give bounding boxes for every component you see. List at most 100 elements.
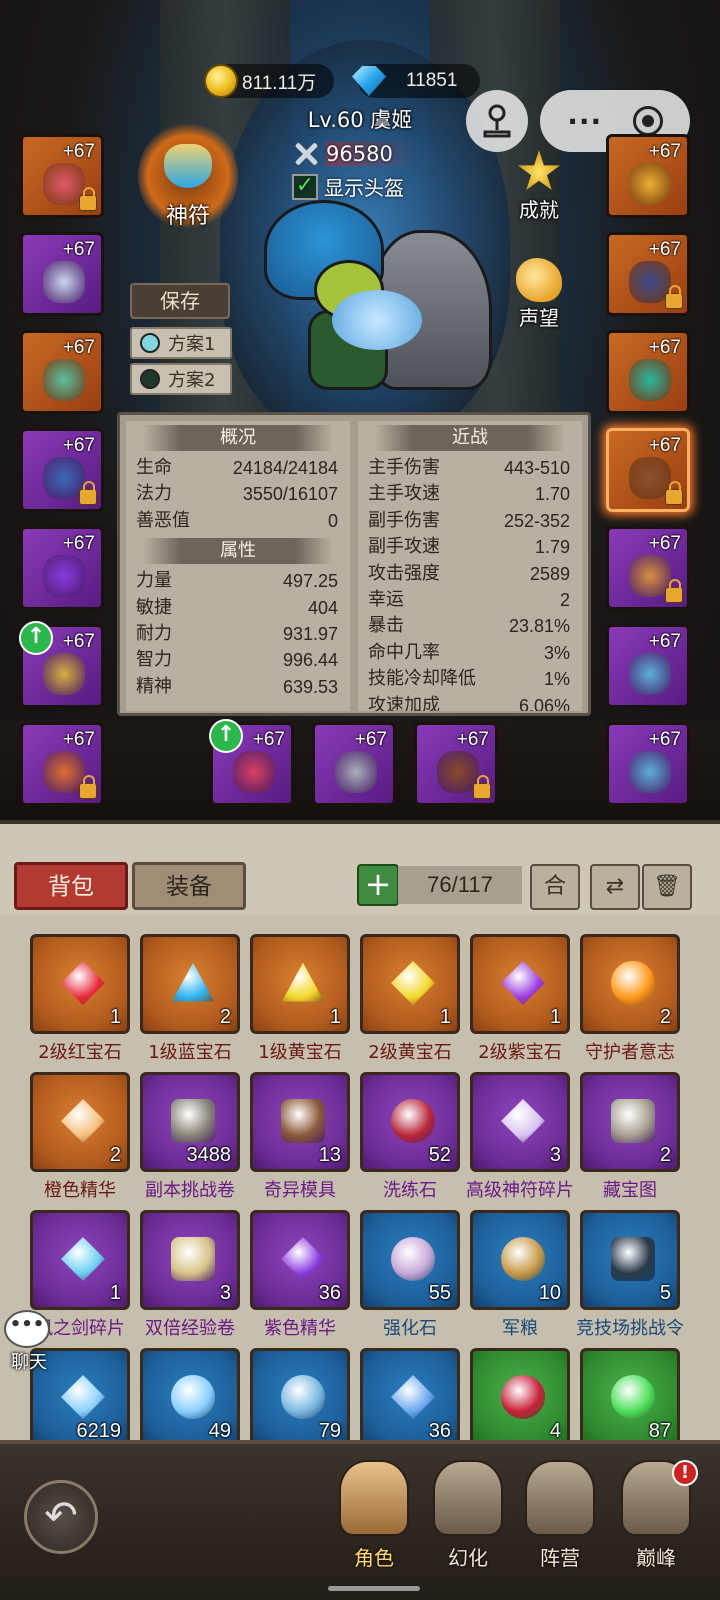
tab-equipment[interactable]: 装备 (132, 862, 246, 910)
item-icon (171, 962, 215, 1002)
stat-value: 639.53 (282, 676, 338, 697)
inventory-item[interactable]: 1 (30, 1210, 130, 1310)
stat-value: 3550/16107 (242, 484, 338, 505)
stat-value: 2 (559, 589, 570, 610)
close-target-icon[interactable] (632, 106, 663, 136)
item-name: 军粮 (502, 1318, 538, 1339)
equip-slot-left-1[interactable]: +67 (20, 134, 104, 218)
item-name: 紫色精华 (264, 1318, 336, 1339)
inventory-grid: 1 2级红宝石 2 1级蓝宝石 1 1级黄宝石 1 2级黄宝石 1 2级紫宝石 2 守护者意志 2 橙色精… (0, 924, 720, 1454)
trash-button[interactable]: 🗑 (642, 864, 692, 910)
equip-slot-left-7[interactable]: +67 (20, 722, 104, 806)
transmog-icon (433, 1460, 503, 1536)
chat-button[interactable]: ••• 聊天 (4, 1310, 54, 1374)
notification-badge: ! (672, 1460, 698, 1486)
enhance-level: +67 (648, 729, 681, 750)
achievement-button[interactable]: 成就 (504, 150, 574, 223)
item-count: 52 (428, 1144, 451, 1166)
equip-slot-left-6[interactable]: +67 ↑ (19, 621, 104, 708)
enhance-level: +67 (648, 435, 681, 456)
stat-label: 敏捷 (136, 596, 172, 618)
enhance-level: +67 (648, 631, 681, 652)
stat-row: 生命 24184/24184 (126, 455, 350, 481)
equip-slot-bottom-2[interactable]: +67 (312, 722, 396, 806)
equip-slot-right-2[interactable]: +67 (606, 232, 690, 316)
chat-label: 聊天 (11, 1352, 47, 1373)
inventory-item[interactable]: 55 (360, 1210, 460, 1310)
nav-character[interactable]: 角色 (332, 1460, 416, 1600)
equipment-icon (43, 653, 85, 695)
stat-label: 主手攻速 (368, 483, 440, 505)
inventory-item[interactable]: 1 (360, 934, 460, 1034)
equip-slot-left-2[interactable]: +67 (20, 232, 104, 316)
inventory-item[interactable]: 3 (470, 1072, 570, 1172)
equip-slot-left-4[interactable]: +67 (20, 428, 104, 512)
nav-label: 角色 (354, 1546, 394, 1570)
crossed-swords-icon (292, 142, 322, 166)
item-icon (611, 1375, 655, 1419)
inventory-item[interactable]: 2 (580, 934, 680, 1034)
nav-faction[interactable]: 阵营 (518, 1460, 602, 1600)
inventory-item[interactable]: 52 (360, 1072, 460, 1172)
merge-button[interactable]: 合 (530, 864, 580, 910)
more-icon[interactable]: ··· (567, 105, 602, 138)
back-button[interactable]: ↶ (24, 1480, 98, 1554)
inventory-item[interactable]: 2 (580, 1072, 680, 1172)
game-controller-button[interactable] (466, 90, 528, 152)
equipment-icon (629, 751, 671, 793)
item-count: 5 (659, 1282, 671, 1304)
item-icon (391, 1099, 435, 1143)
item-count: 1 (439, 1006, 451, 1028)
gold-display: 811.11万 (204, 64, 334, 98)
inventory-item[interactable]: 3488 (140, 1072, 240, 1172)
equip-slot-bottom-1[interactable]: +67 ↑ (209, 719, 294, 806)
inventory-item[interactable]: 10 (470, 1210, 570, 1310)
combat-power: 96580 (292, 142, 417, 166)
inventory-item[interactable]: 49 (140, 1348, 240, 1448)
item-count: 2 (109, 1144, 121, 1166)
stat-label: 技能冷却降低 (368, 668, 476, 690)
inventory-item[interactable]: 1 (30, 934, 130, 1034)
stat-label: 副手伤害 (368, 509, 440, 531)
inventory-item[interactable]: 79 (250, 1348, 350, 1448)
item-icon (611, 961, 655, 1005)
stats-right-column[interactable]: 近战 主手伤害 443-510 主手攻速 1.70 副手伤害 252-352 副手攻速 1.7… (358, 421, 582, 711)
equip-slot-right-5[interactable]: +67 (606, 526, 690, 610)
lock-icon (665, 285, 683, 309)
plan-1-button[interactable]: 方案1 (130, 327, 232, 359)
tab-bag[interactable]: 背包 (14, 862, 128, 910)
gold-coin-icon (204, 64, 238, 98)
expand-bag-button[interactable]: + (357, 864, 399, 906)
save-button[interactable]: 保存 (130, 283, 230, 319)
nav-transmog[interactable]: 幻化 (426, 1460, 510, 1600)
sort-refresh-button[interactable]: ⇄ (590, 864, 640, 910)
nav-peak[interactable]: 巅峰! (614, 1460, 698, 1600)
inventory-item[interactable]: 2 (30, 1072, 130, 1172)
equip-slot-left-3[interactable]: +67 (20, 330, 104, 414)
inventory-item[interactable]: 87 (580, 1348, 680, 1448)
equip-slot-right-1[interactable]: +67 (606, 134, 690, 218)
item-name: 1级黄宝石 (258, 1042, 342, 1063)
stat-row: 副手攻速 1.79 (358, 534, 582, 560)
equip-slot-right-7[interactable]: +67 (606, 722, 690, 806)
stat-label: 暴击 (368, 615, 404, 637)
rune-button[interactable]: 神符 (138, 122, 238, 230)
stat-value: 6.06% (518, 695, 570, 711)
equip-slot-right-6[interactable]: +67 (606, 624, 690, 708)
equip-slot-right-4[interactable]: +67 (606, 428, 690, 512)
inventory-item[interactable]: 4 (470, 1348, 570, 1448)
inventory-item[interactable]: 36 (250, 1210, 350, 1310)
enhance-level: +67 (62, 239, 95, 260)
inventory-item[interactable]: 2 (140, 934, 240, 1034)
reputation-button[interactable]: 声望 (504, 258, 574, 331)
inventory-item[interactable]: 5 (580, 1210, 680, 1310)
equip-slot-right-3[interactable]: +67 (606, 330, 690, 414)
inventory-item[interactable]: 13 (250, 1072, 350, 1172)
plan-2-button[interactable]: 方案2 (130, 363, 232, 395)
inventory-item[interactable]: 1 (470, 934, 570, 1034)
equip-slot-left-5[interactable]: +67 (20, 526, 104, 610)
inventory-item[interactable]: 36 (360, 1348, 460, 1448)
equip-slot-bottom-3[interactable]: +67 (414, 722, 498, 806)
inventory-item[interactable]: 1 (250, 934, 350, 1034)
inventory-item[interactable]: 3 (140, 1210, 240, 1310)
